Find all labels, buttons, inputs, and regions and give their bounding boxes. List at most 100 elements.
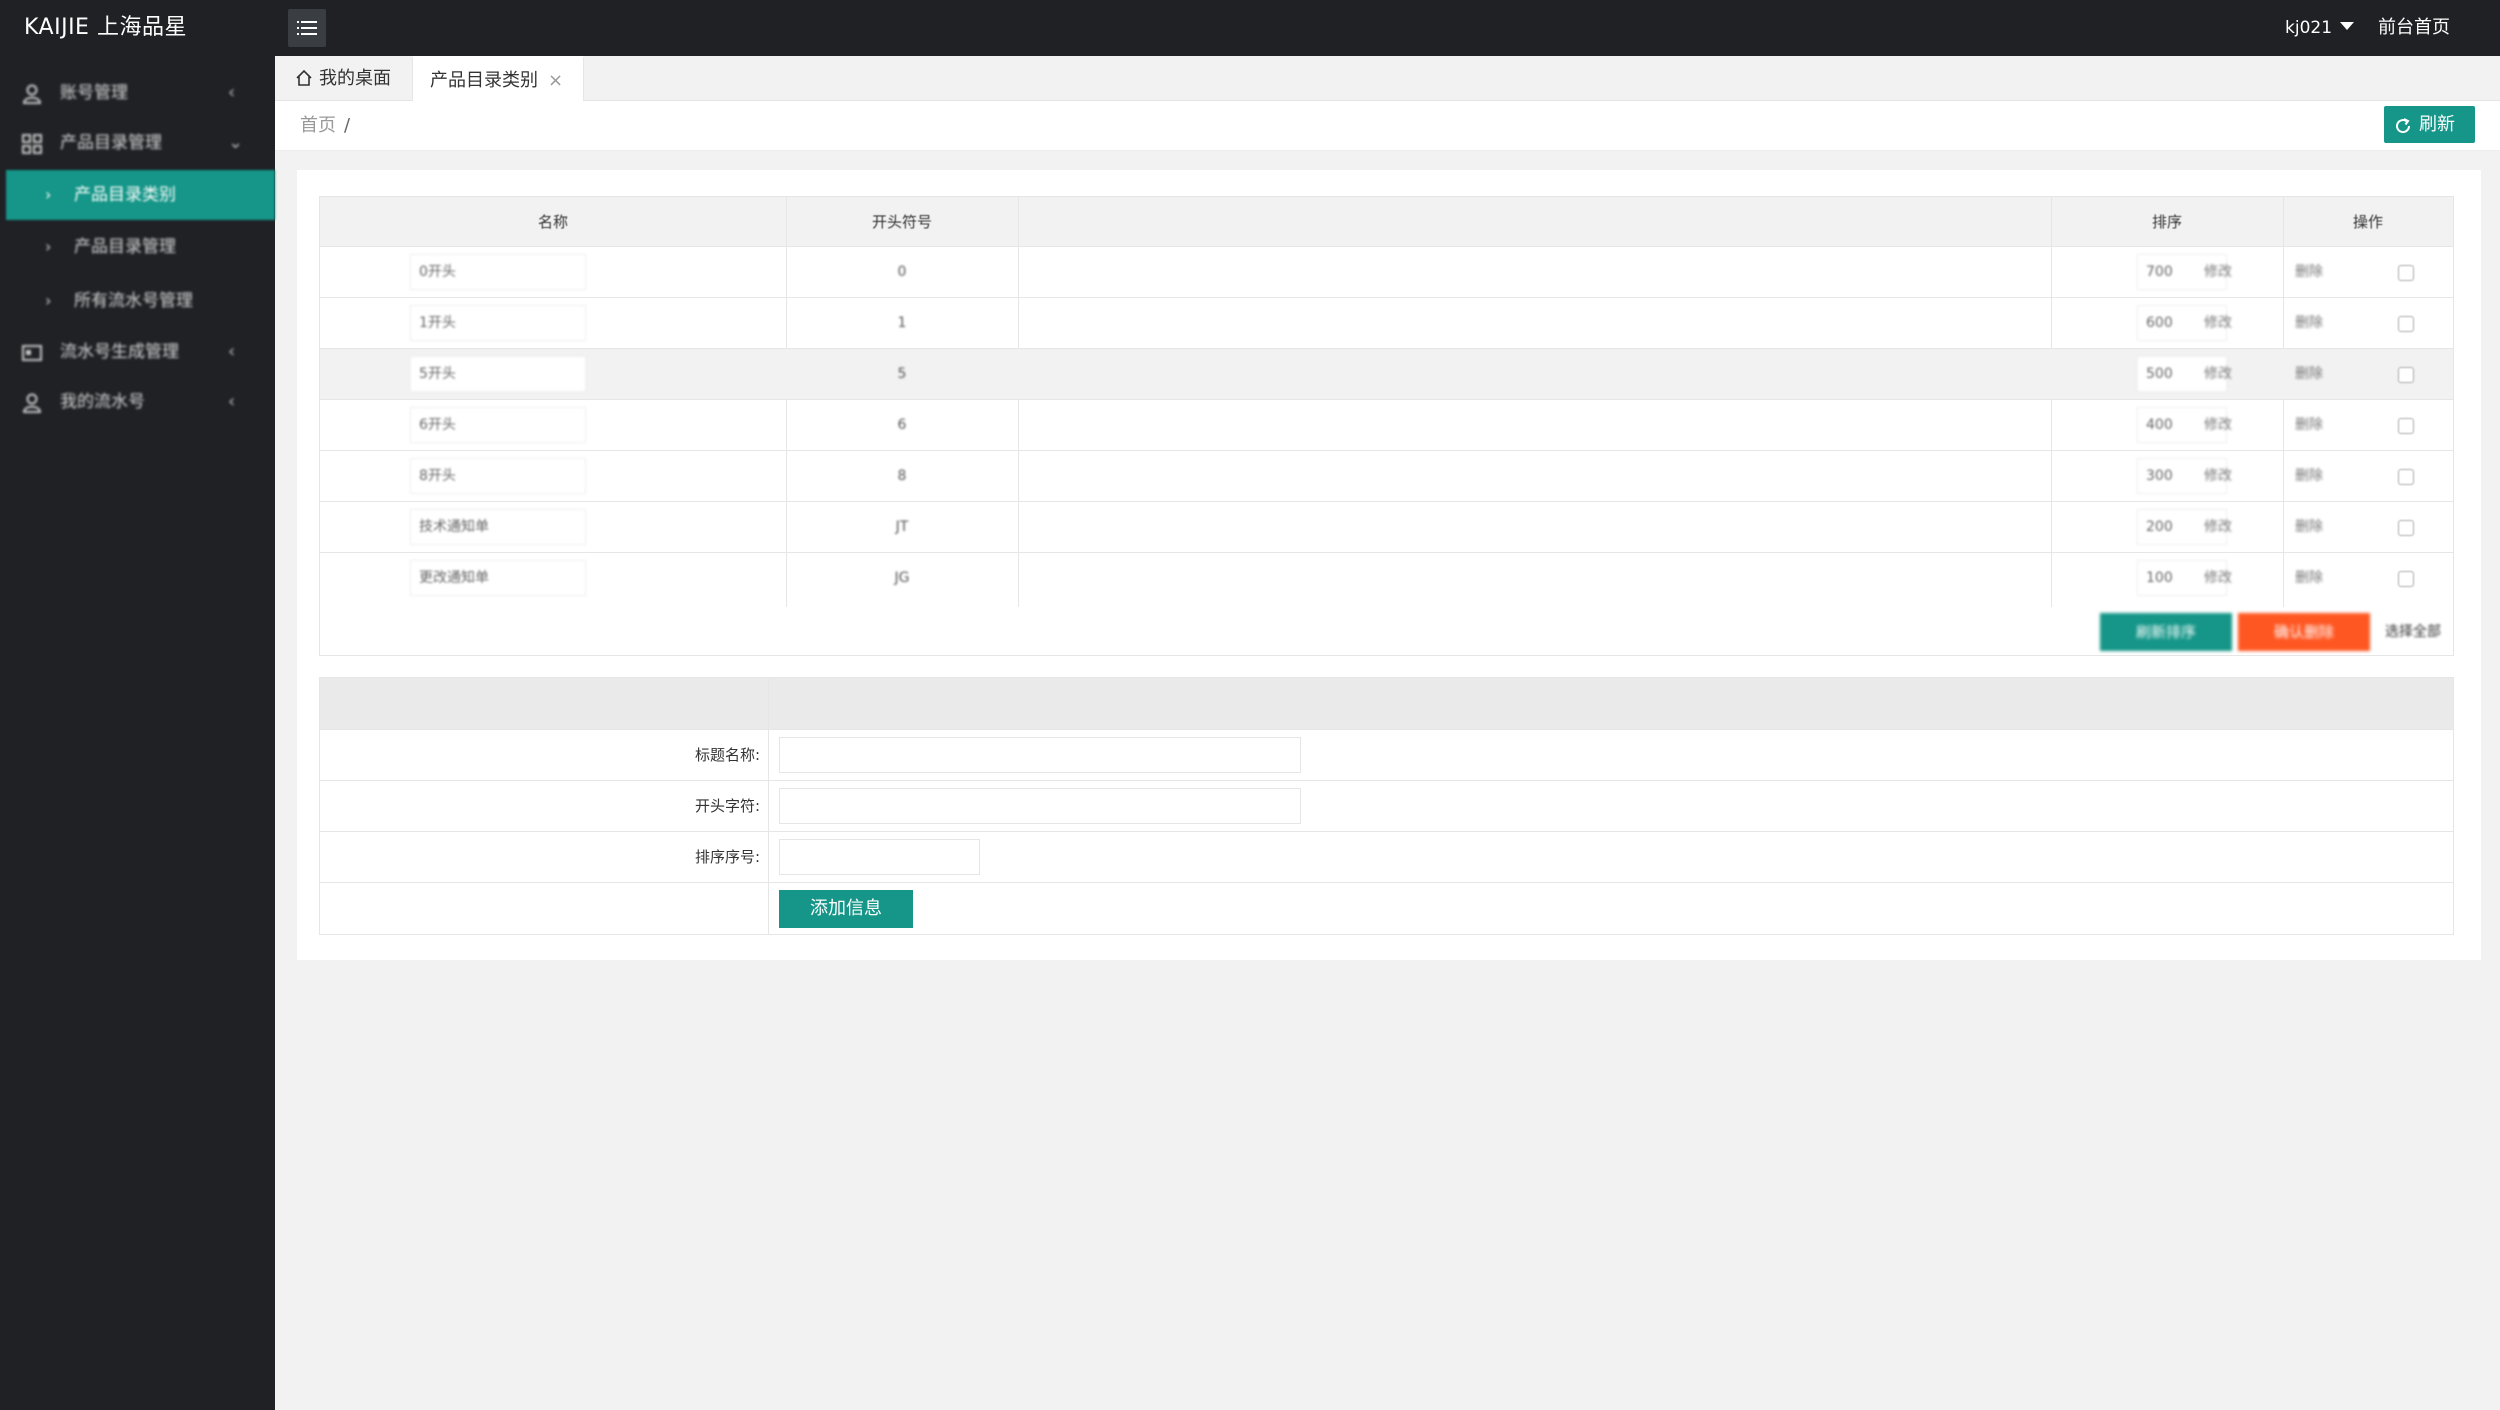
card-icon — [22, 345, 42, 361]
row-checkbox[interactable] — [2398, 571, 2414, 587]
edit-link[interactable]: 修改 — [2204, 400, 2232, 450]
prefix-input[interactable] — [779, 788, 1301, 824]
column-header-ops: 操作 — [2352, 213, 2383, 231]
row-checkbox[interactable] — [2398, 520, 2414, 536]
user-icon — [22, 393, 42, 413]
sidebar-item-label: 流水号生成管理 — [60, 342, 179, 362]
sidebar-subitem-catalog-manage[interactable]: › 产品目录管理 — [0, 222, 275, 272]
name-input[interactable]: 8开头 — [410, 458, 586, 494]
chevron-left-icon: ‹ — [228, 82, 236, 103]
sidebar-subitem-all-serials[interactable]: › 所有流水号管理 — [0, 276, 275, 326]
chevron-down-icon: ⌄ — [228, 132, 244, 153]
form-row-sort: 排序序号: — [320, 832, 2453, 883]
form-header — [320, 678, 2453, 730]
table-row: 技术通知单 JT 200 修改 删除 — [320, 502, 2453, 553]
name-input[interactable]: 技术通知单 — [410, 509, 586, 545]
tab-label: 我的桌面 — [319, 68, 391, 89]
refresh-icon — [2396, 118, 2411, 134]
sidebar-item-accounts[interactable]: 账号管理 ‹ — [0, 68, 275, 118]
username: kj021 — [2285, 18, 2333, 38]
grid-icon — [22, 134, 42, 154]
row-checkbox[interactable] — [2398, 469, 2414, 485]
prefix-label: 开头字符: — [694, 797, 760, 815]
breadcrumb-home[interactable]: 首页 — [300, 115, 336, 136]
close-icon[interactable]: × — [548, 58, 563, 103]
content-panel: 名称 开头符号 排序 操作 0开头 0 700 修改 删除 1开头 1 600 修改 删除 5开头 5… — [297, 170, 2481, 960]
sort-input[interactable] — [779, 839, 980, 875]
row-checkbox[interactable] — [2398, 367, 2414, 383]
delete-link[interactable]: 删除 — [2295, 298, 2323, 348]
form-row-submit: 添加信息 — [320, 883, 2453, 934]
edit-link[interactable]: 修改 — [2204, 298, 2232, 348]
name-input[interactable]: 0开头 — [410, 254, 586, 290]
name-input[interactable]: 更改通知单 — [410, 560, 586, 596]
user-menu[interactable]: kj021 — [2285, 0, 2355, 56]
menu-toggle-button[interactable] — [288, 9, 326, 47]
sidebar-subitem-label: 所有流水号管理 — [74, 291, 193, 311]
table-row: 0开头 0 700 修改 删除 — [320, 247, 2453, 298]
hamburger-icon — [297, 21, 317, 35]
prefix-cell: 1 — [897, 315, 907, 331]
breadcrumb: 首页 / — [300, 101, 350, 151]
table-row: 8开头 8 300 修改 删除 — [320, 451, 2453, 502]
caret-down-icon — [2340, 22, 2355, 30]
user-icon — [22, 84, 42, 104]
delete-link[interactable]: 删除 — [2295, 400, 2323, 450]
refresh-label: 刷新 — [2419, 114, 2455, 135]
tab-bar: 我的桌面 产品目录类别 × — [275, 56, 2500, 101]
confirm-delete-button[interactable]: 确认删除 — [2238, 613, 2370, 651]
name-input[interactable]: 1开头 — [410, 305, 586, 341]
table-row: 1开头 1 600 修改 删除 — [320, 298, 2453, 349]
sidebar-item-my-serials[interactable]: 我的流水号 ‹ — [0, 377, 275, 427]
tab-my-desktop[interactable]: 我的桌面 — [295, 56, 413, 101]
column-header-prefix: 开头符号 — [871, 213, 932, 231]
chevron-right-icon: › — [45, 185, 52, 204]
edit-link[interactable]: 修改 — [2204, 502, 2232, 552]
sidebar-subitem-catalog-category[interactable]: › 产品目录类别 — [6, 170, 275, 220]
row-checkbox[interactable] — [2398, 316, 2414, 332]
chevron-left-icon: ‹ — [228, 391, 236, 412]
row-checkbox[interactable] — [2398, 265, 2414, 281]
column-header-sort: 排序 — [2151, 213, 2182, 231]
breadcrumb-bar: 首页 / 刷新 — [275, 101, 2500, 151]
delete-link[interactable]: 删除 — [2295, 553, 2323, 603]
select-all-link[interactable]: 选择全部 — [2385, 613, 2441, 651]
chevron-right-icon: › — [45, 237, 52, 256]
delete-link[interactable]: 删除 — [2295, 451, 2323, 501]
edit-link[interactable]: 修改 — [2204, 349, 2232, 399]
front-home-link[interactable]: 前台首页 — [2378, 0, 2450, 56]
sidebar-item-label: 我的流水号 — [60, 392, 145, 412]
chevron-right-icon: › — [45, 291, 52, 310]
tab-label: 产品目录类别 — [430, 70, 538, 91]
sort-label: 排序序号: — [694, 848, 760, 866]
edit-link[interactable]: 修改 — [2204, 553, 2232, 603]
refresh-button[interactable]: 刷新 — [2384, 106, 2475, 143]
sidebar-item-catalog[interactable]: 产品目录管理 ⌄ — [0, 118, 275, 168]
breadcrumb-separator: / — [344, 115, 351, 136]
form-row-title: 标题名称: — [320, 730, 2453, 781]
sidebar-subitem-label: 产品目录管理 — [74, 237, 176, 257]
title-input[interactable] — [779, 737, 1301, 773]
table-row: 5开头 5 500 修改 删除 — [320, 349, 2453, 400]
add-category-form: 标题名称: 开头字符: 排序序号: 添加信息 — [319, 677, 2454, 935]
add-info-button[interactable]: 添加信息 — [779, 890, 913, 928]
delete-link[interactable]: 删除 — [2295, 502, 2323, 552]
chevron-left-icon: ‹ — [228, 341, 236, 362]
sidebar-subitem-label: 产品目录类别 — [74, 185, 176, 205]
name-input[interactable]: 6开头 — [410, 407, 586, 443]
category-table: 名称 开头符号 排序 操作 0开头 0 700 修改 删除 1开头 1 600 修改 删除 5开头 5… — [319, 196, 2454, 656]
row-checkbox[interactable] — [2398, 418, 2414, 434]
top-bar: KAIJIE 上海品星 kj021 前台首页 — [0, 0, 2500, 56]
delete-link[interactable]: 删除 — [2295, 247, 2323, 297]
sidebar-item-label: 产品目录管理 — [60, 133, 162, 153]
delete-link[interactable]: 删除 — [2295, 349, 2323, 399]
table-header: 名称 开头符号 排序 操作 — [320, 197, 2453, 247]
edit-link[interactable]: 修改 — [2204, 247, 2232, 297]
update-sort-button[interactable]: 刷新排序 — [2100, 613, 2232, 651]
prefix-cell: 0 — [897, 264, 907, 280]
name-input[interactable]: 5开头 — [410, 356, 586, 392]
edit-link[interactable]: 修改 — [2204, 451, 2232, 501]
tab-catalog-category[interactable]: 产品目录类别 × — [412, 56, 584, 101]
sidebar-item-serial-generation[interactable]: 流水号生成管理 ‹ — [0, 327, 275, 377]
prefix-cell: 6 — [897, 417, 907, 433]
